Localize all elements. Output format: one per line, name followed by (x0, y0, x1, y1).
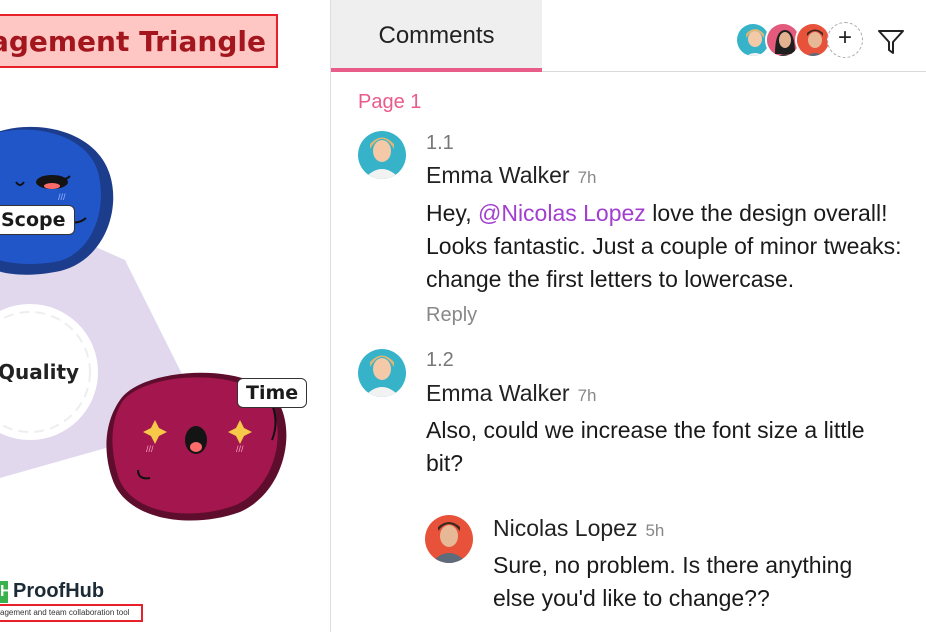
comment-author: Emma Walker 7h (426, 162, 596, 189)
comments-panel: Comments + Page 1 1.1 Emma Walker 7h Hey… (331, 0, 926, 632)
author-name[interactable]: Nicolas Lopez (493, 515, 637, 541)
design-canvas[interactable]: /// /// /// agement Triangle Scope Quali… (0, 0, 330, 632)
panel-header: Comments + (331, 0, 926, 72)
plus-icon: + (837, 24, 852, 51)
avatar[interactable] (358, 131, 406, 179)
avatar[interactable] (795, 22, 831, 58)
mention-link[interactable]: @Nicolas Lopez (478, 200, 646, 226)
time-label: Time (237, 378, 308, 408)
svg-text:///: /// (146, 444, 154, 454)
comment-text: Also, could we increase the font size a … (426, 417, 865, 476)
comment-time: 5h (645, 521, 665, 540)
svg-text:///: /// (236, 444, 244, 454)
comment-text-start: Hey, (426, 200, 478, 226)
comment-time: 7h (577, 386, 597, 405)
avatar[interactable] (425, 515, 473, 563)
logo-tagline: agement and team collaboration tool (0, 604, 143, 622)
quality-label: Quality (0, 360, 80, 384)
filter-icon[interactable] (877, 28, 905, 56)
comment-author: Nicolas Lopez 5h (493, 515, 664, 542)
comment-text: Hey, @Nicolas Lopez love the design over… (426, 197, 906, 296)
page-label: Page 1 (358, 91, 422, 113)
tab-comments[interactable]: Comments (331, 0, 542, 72)
reply-button[interactable]: Reply (426, 304, 477, 327)
add-collaborator-button[interactable]: + (827, 22, 863, 58)
comment-text: Sure, no problem. Is there anything else… (493, 552, 853, 611)
scope-label: Scope (0, 205, 75, 235)
comment-author: Emma Walker 7h (426, 380, 596, 407)
canvas-title: agement Triangle (0, 14, 278, 68)
logo-mark: H (0, 581, 8, 603)
triangle-illustration: /// /// /// (0, 126, 287, 521)
comment-number: 1.2 (426, 349, 454, 371)
comment-time: 7h (577, 168, 597, 187)
comment-number: 1.1 (426, 132, 454, 154)
author-name[interactable]: Emma Walker (426, 380, 570, 406)
svg-text:///: /// (58, 192, 66, 202)
avatar[interactable] (358, 349, 406, 397)
author-name[interactable]: Emma Walker (426, 162, 570, 188)
logo-name: ProofHub (13, 580, 105, 602)
